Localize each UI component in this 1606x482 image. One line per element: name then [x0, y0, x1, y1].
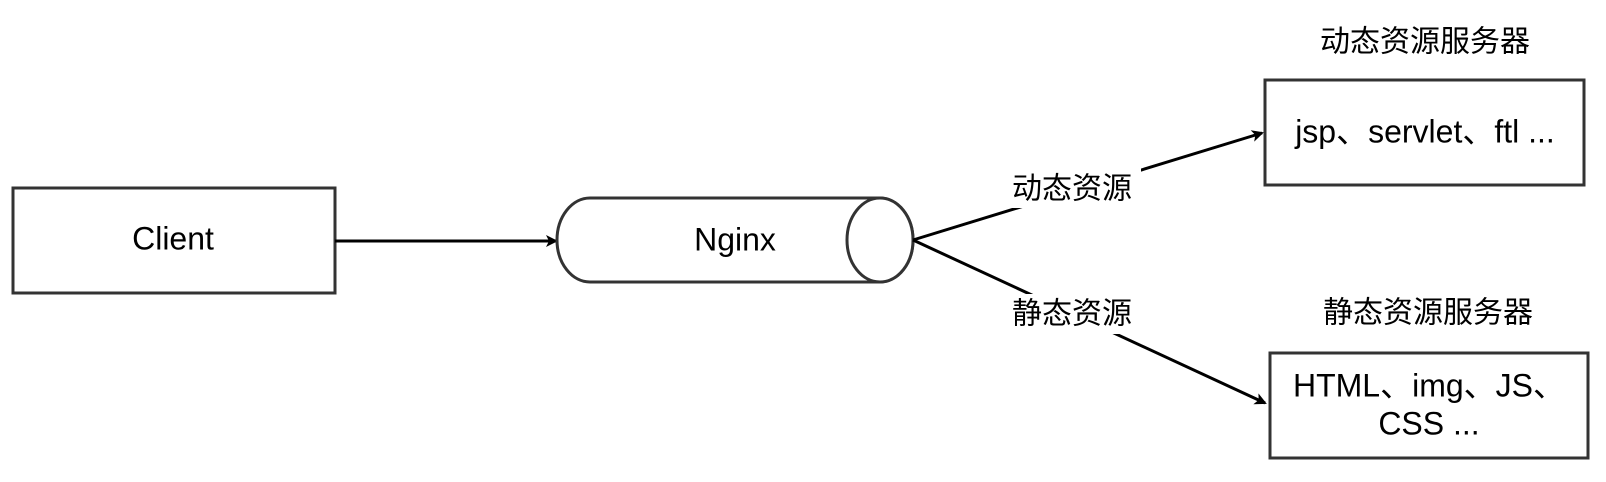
dynamic-server-title: 动态资源服务器	[1320, 25, 1530, 60]
architecture-diagram: Client Nginx 动态资源 静态资源 动态资源服务器 jsp、servl…	[11, 25, 1590, 460]
edge-nginx-to-static: 静态资源	[912, 238, 1267, 405]
static-server-title: 静态资源服务器	[1323, 296, 1533, 331]
nginx-cylinder-end	[845, 196, 915, 284]
edge-nginx-to-dynamic: 动态资源	[912, 130, 1264, 242]
nginx-label: Nginx	[694, 221, 776, 257]
edge-label-static: 静态资源	[1012, 297, 1132, 332]
dynamic-server-label: jsp、servlet、ftl ...	[1294, 113, 1555, 149]
edge-label-dynamic: 动态资源	[1012, 172, 1132, 207]
static-server-label-line1: HTML、img、JS、	[1293, 367, 1565, 403]
client-node[interactable]: Client	[11, 186, 337, 295]
client-label: Client	[132, 220, 214, 256]
static-server-node[interactable]: 静态资源服务器 HTML、img、JS、 CSS ...	[1268, 296, 1590, 460]
dynamic-server-node[interactable]: 动态资源服务器 jsp、servlet、ftl ...	[1263, 25, 1586, 187]
static-server-label-line2: CSS ...	[1378, 405, 1479, 441]
nginx-node[interactable]: Nginx	[555, 196, 915, 284]
